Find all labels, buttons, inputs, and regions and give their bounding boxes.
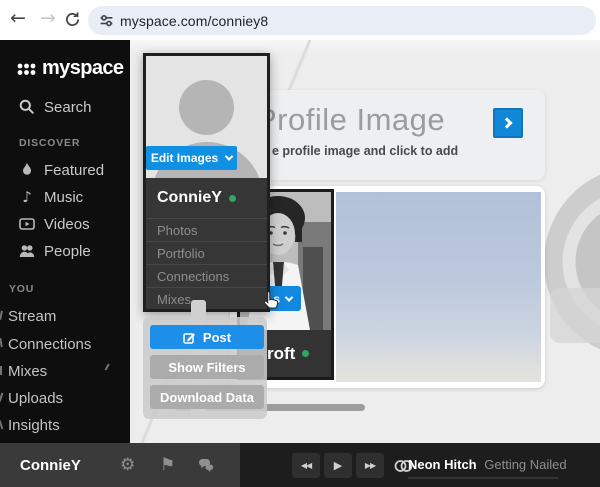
chat-bubbles-icon[interactable]	[198, 457, 216, 473]
card-title: Profile Image	[256, 102, 445, 138]
sidebar-item-search[interactable]: Search	[0, 96, 130, 118]
clipped-icon-fragment	[0, 420, 5, 430]
search-icon	[19, 99, 35, 115]
sidebar-item-featured[interactable]: Featured	[0, 159, 130, 181]
sidebar: myspace Search DISCOVER Featured ♪ Music…	[0, 40, 130, 443]
show-filters-button[interactable]: Show Filters	[150, 355, 264, 379]
sidebar-section-you: YOU	[9, 283, 34, 295]
sidebar-label-videos: Videos	[44, 216, 90, 233]
sidebar-label-people: People	[44, 243, 91, 260]
site-info-icon[interactable]	[99, 13, 114, 28]
track-title: Getting Nailed	[484, 457, 566, 472]
flag-icon[interactable]: ⚑	[160, 455, 175, 475]
stray-mark	[105, 363, 112, 371]
sidebar-item-videos[interactable]: Videos	[0, 213, 130, 235]
underlying-profile-name-fragment: roft	[267, 344, 295, 364]
play-button[interactable]: ▶	[324, 453, 352, 478]
panel-menu-photos[interactable]: Photos	[146, 218, 267, 241]
sidebar-item-people[interactable]: People	[0, 240, 130, 262]
edit-images-button[interactable]: Edit Images	[146, 146, 237, 170]
now-playing[interactable]: Neon Hitch Getting Nailed	[408, 457, 567, 472]
sidebar-item-insights[interactable]: Insights	[0, 415, 130, 435]
sidebar-label-music: Music	[44, 189, 83, 206]
clipped-icon-fragment	[0, 311, 5, 321]
video-icon	[19, 216, 35, 232]
show-filters-label: Show Filters	[168, 360, 245, 375]
sidebar-section-discover: DISCOVER	[19, 137, 80, 149]
chevron-down-icon	[225, 152, 233, 160]
reload-icon[interactable]	[64, 11, 81, 28]
browser-toolbar: ← → myspace.com/conniey8	[0, 0, 600, 40]
panel-menu-mixes[interactable]: Mixes	[146, 287, 267, 310]
track-artist: Neon Hitch	[408, 457, 477, 472]
online-status-dot	[302, 350, 309, 357]
panel-username: ConnieY	[157, 189, 222, 207]
forward-icon[interactable]: →	[40, 7, 56, 29]
post-button[interactable]: Post	[150, 325, 264, 349]
hand-cursor-icon	[262, 290, 279, 309]
panel-menu-portfolio[interactable]: Portfolio	[146, 241, 267, 264]
back-icon[interactable]: ←	[10, 7, 26, 29]
myspace-logomark-icon	[17, 60, 39, 77]
clipped-icon-fragment	[0, 338, 5, 348]
logo-wordmark: myspace	[42, 57, 123, 80]
footer-user-section: ConnieY ⚙ ⚑	[0, 443, 240, 487]
url-text[interactable]: myspace.com/conniey8	[120, 13, 268, 29]
panel-username-row: ConnieY	[146, 178, 267, 218]
address-bar[interactable]: myspace.com/conniey8	[88, 6, 596, 35]
edit-images-label: Edit Images	[151, 151, 218, 165]
download-data-button[interactable]: Download Data	[150, 385, 264, 409]
gear-icon[interactable]: ⚙	[120, 455, 135, 475]
next-arrow-button[interactable]	[493, 108, 523, 138]
sidebar-item-stream[interactable]: Stream	[0, 306, 130, 326]
online-status-dot	[229, 195, 236, 202]
profile-image-header-card: Profile Image e profile image and click …	[252, 90, 545, 180]
sidebar-item-mixes[interactable]: Mixes	[0, 361, 130, 381]
sidebar-label-featured: Featured	[44, 162, 104, 179]
fast-forward-icon: ▶▶	[365, 461, 375, 470]
sidebar-label-mixes: Mixes	[8, 363, 47, 380]
play-icon: ▶	[334, 459, 342, 472]
sidebar-item-uploads[interactable]: Uploads	[0, 388, 130, 408]
download-data-label: Download Data	[160, 390, 254, 405]
rewind-icon: ◀◀	[301, 461, 311, 470]
chevron-right-icon	[501, 117, 512, 128]
card-subtitle: e profile image and click to add	[272, 144, 458, 158]
panel-menu-connections[interactable]: Connections	[146, 264, 267, 287]
track-progress-line	[408, 477, 558, 479]
cover-photo-sky[interactable]	[336, 192, 541, 382]
sidebar-item-music[interactable]: ♪ Music	[0, 186, 130, 208]
myspace-logo[interactable]: myspace	[17, 57, 123, 80]
footer-username: ConnieY	[20, 457, 81, 474]
sidebar-label-stream: Stream	[8, 308, 56, 325]
compose-icon	[183, 331, 196, 344]
music-note-icon: ♪	[19, 189, 35, 205]
sidebar-label-connections: Connections	[8, 336, 91, 353]
actions-panel: Post Show Filters Download Data	[143, 317, 267, 419]
next-track-button[interactable]: ▶▶	[356, 453, 384, 478]
sidebar-label-uploads: Uploads	[8, 390, 63, 407]
sidebar-item-connections[interactable]: Connections	[0, 334, 130, 354]
people-icon	[19, 243, 35, 259]
post-label: Post	[203, 330, 231, 345]
clipped-icon-fragment	[0, 366, 4, 375]
clipped-icon-fragment	[0, 393, 5, 403]
chevron-down-icon	[285, 293, 293, 301]
sidebar-label-search: Search	[44, 99, 92, 116]
footer-bar: ConnieY ⚙ ⚑ ◀◀ ▶ ▶▶ Neon Hitch Getting N…	[0, 443, 600, 487]
flame-icon	[19, 162, 35, 178]
avatar-head-silhouette	[179, 80, 234, 135]
sidebar-label-insights: Insights	[8, 417, 60, 434]
previous-track-button[interactable]: ◀◀	[292, 453, 320, 478]
profile-quick-panel: Edit Images ConnieY Photos Portfolio Con…	[143, 53, 270, 312]
